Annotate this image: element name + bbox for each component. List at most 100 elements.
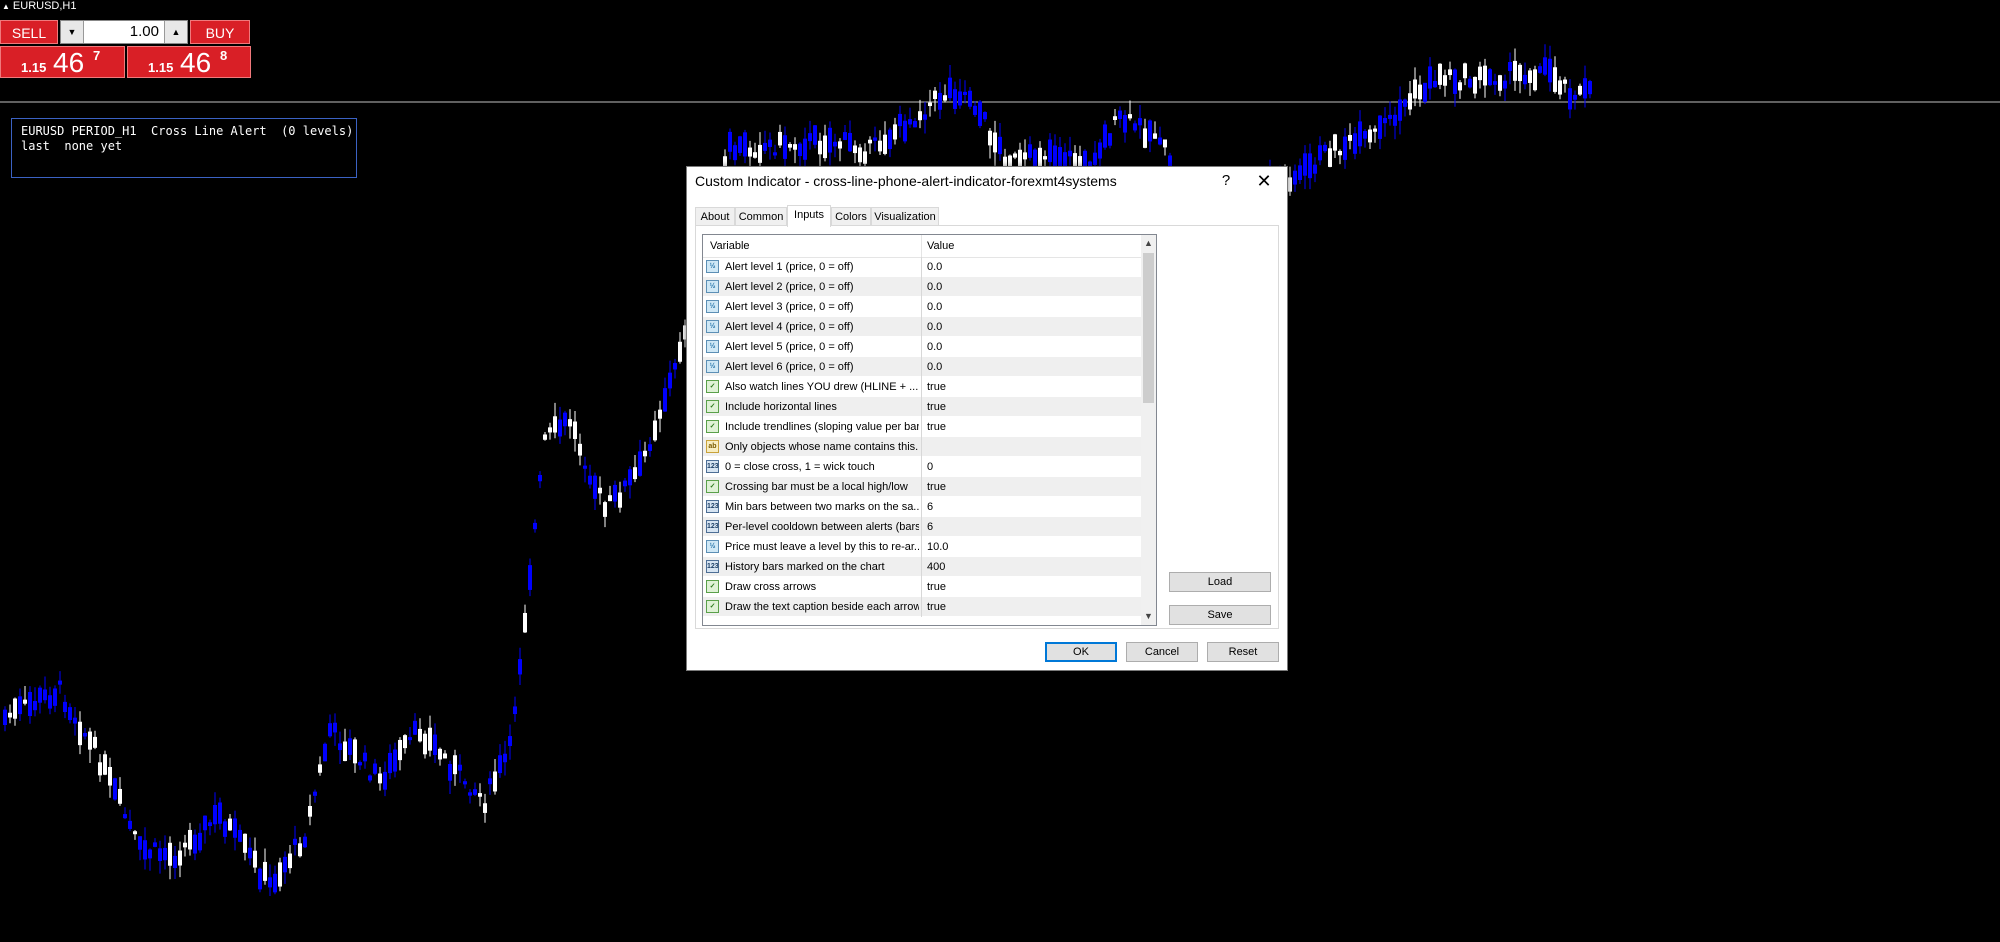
input-row[interactable]: ab Only objects whose name contains this.… bbox=[703, 437, 1141, 457]
input-row[interactable]: ✓ Draw cross arrows true bbox=[703, 577, 1141, 597]
bear-candle bbox=[138, 836, 142, 850]
bear-candle bbox=[1573, 94, 1577, 100]
reset-button[interactable]: Reset bbox=[1207, 642, 1279, 662]
bear-candle bbox=[518, 659, 522, 675]
tab-common[interactable]: Common bbox=[735, 207, 787, 225]
bull-candle bbox=[993, 132, 997, 153]
input-row[interactable]: ½ Alert level 1 (price, 0 = off) 0.0 bbox=[703, 257, 1141, 277]
lot-decrease-button[interactable]: ▼ bbox=[61, 21, 84, 43]
input-value-field[interactable]: 0.0 bbox=[927, 261, 1137, 273]
input-variable-name: Per-level cooldown between alerts (bars) bbox=[725, 521, 919, 533]
scroll-up-icon[interactable]: ▲ bbox=[1141, 236, 1156, 251]
input-row[interactable]: 123 History bars marked on the chart 400 bbox=[703, 557, 1141, 577]
input-row[interactable]: 123 Min bars between two marks on the sa.… bbox=[703, 497, 1141, 517]
bear-candle bbox=[203, 815, 207, 831]
cell-divider bbox=[921, 377, 922, 397]
input-value-field[interactable]: true bbox=[927, 481, 1137, 493]
column-divider[interactable] bbox=[921, 235, 922, 257]
bear-candle bbox=[938, 92, 942, 110]
ok-button[interactable]: OK bbox=[1045, 642, 1117, 662]
input-row[interactable]: ½ Alert level 3 (price, 0 = off) 0.0 bbox=[703, 297, 1141, 317]
lot-increase-button[interactable]: ▲ bbox=[164, 21, 187, 43]
input-row[interactable]: 123 0 = close cross, 1 = wick touch 0 bbox=[703, 457, 1141, 477]
bear-candle bbox=[1583, 78, 1587, 99]
tab-about[interactable]: About bbox=[695, 207, 735, 225]
input-value-field[interactable]: 0 bbox=[927, 461, 1137, 473]
input-row[interactable]: 123 Per-level cooldown between alerts (ba… bbox=[703, 517, 1141, 537]
bear-candle bbox=[498, 755, 502, 774]
input-value-field[interactable]: true bbox=[927, 381, 1137, 393]
input-row[interactable]: ½ Price must leave a level by this to re-… bbox=[703, 537, 1141, 557]
vertical-scrollbar[interactable]: ▲ ▼ bbox=[1141, 235, 1156, 625]
bull-candle bbox=[353, 739, 357, 764]
input-row[interactable]: ✓ Include horizontal lines true bbox=[703, 397, 1141, 417]
input-variable-name: Draw cross arrows bbox=[725, 581, 817, 593]
bear-candle bbox=[538, 474, 542, 482]
input-value-field[interactable]: true bbox=[927, 601, 1137, 613]
load-button[interactable]: Load bbox=[1169, 572, 1271, 592]
input-row-partial[interactable] bbox=[703, 617, 1141, 625]
input-value-field[interactable]: 10.0 bbox=[927, 541, 1137, 553]
lot-size-input[interactable]: 1.00 bbox=[85, 21, 163, 43]
cancel-button[interactable]: Cancel bbox=[1126, 642, 1198, 662]
column-header-variable[interactable]: Variable bbox=[710, 240, 750, 252]
input-row[interactable]: ½ Alert level 6 (price, 0 = off) 0.0 bbox=[703, 357, 1141, 377]
bear-candle bbox=[218, 802, 222, 824]
bull-candle bbox=[188, 829, 192, 850]
input-value-field[interactable]: true bbox=[927, 421, 1137, 433]
buy-button[interactable]: BUY bbox=[190, 20, 250, 44]
input-row[interactable]: ✓ Include trendlines (sloping value per b… bbox=[703, 417, 1141, 437]
input-value-field[interactable]: 0.0 bbox=[927, 301, 1137, 313]
column-header-value[interactable]: Value bbox=[927, 240, 954, 252]
input-value-field[interactable]: 0.0 bbox=[927, 361, 1137, 373]
input-value-field[interactable]: 0.0 bbox=[927, 341, 1137, 353]
bear-candle bbox=[768, 139, 772, 147]
input-value-field[interactable]: 400 bbox=[927, 561, 1137, 573]
input-row[interactable]: ½ Alert level 2 (price, 0 = off) 0.0 bbox=[703, 277, 1141, 297]
bear-candle bbox=[1488, 69, 1492, 86]
buy-price-display[interactable]: 1.15 46 8 bbox=[127, 46, 251, 78]
bear-candle bbox=[873, 137, 877, 141]
bull-candle bbox=[253, 850, 257, 868]
input-variable-name: Alert level 3 (price, 0 = off) bbox=[725, 301, 854, 313]
bull-candle bbox=[1528, 70, 1532, 83]
bull-candle bbox=[228, 818, 232, 831]
sell-button[interactable]: SELL bbox=[0, 20, 58, 44]
bear-candle bbox=[413, 720, 417, 735]
input-row[interactable]: ✓ Crossing bar must be a local high/low tr… bbox=[703, 477, 1141, 497]
input-value-field[interactable]: 0.0 bbox=[927, 321, 1137, 333]
bull-candle bbox=[1578, 85, 1582, 95]
bear-candle bbox=[1108, 133, 1112, 146]
tab-inputs[interactable]: Inputs bbox=[787, 205, 831, 227]
input-value-field[interactable]: true bbox=[927, 581, 1137, 593]
tab-visualization[interactable]: Visualization bbox=[871, 207, 939, 225]
input-value-field[interactable]: 6 bbox=[927, 501, 1137, 513]
help-button[interactable]: ? bbox=[1216, 169, 1236, 193]
input-value-field[interactable]: 6 bbox=[927, 521, 1137, 533]
bull-candle bbox=[868, 139, 872, 144]
input-value-field[interactable]: true bbox=[927, 401, 1137, 413]
sell-price-display[interactable]: 1.15 46 7 bbox=[0, 46, 125, 78]
input-value-field[interactable]: 0.0 bbox=[927, 281, 1137, 293]
bear-candle bbox=[733, 145, 737, 161]
bear-candle bbox=[83, 732, 87, 737]
save-button[interactable]: Save bbox=[1169, 605, 1271, 625]
input-row[interactable]: ✓ Draw the text caption beside each arrow… bbox=[703, 597, 1141, 617]
input-row[interactable]: ½ Alert level 4 (price, 0 = off) 0.0 bbox=[703, 317, 1141, 337]
cell-divider bbox=[921, 257, 922, 277]
bull-candle bbox=[443, 753, 447, 759]
bear-candle bbox=[303, 836, 307, 848]
lot-size-stepper[interactable]: ▼ 1.00 ▲ bbox=[60, 20, 188, 44]
bull-candle bbox=[1338, 150, 1342, 156]
bear-candle bbox=[888, 129, 892, 150]
bear-candle bbox=[903, 120, 907, 142]
scrollbar-thumb[interactable] bbox=[1143, 253, 1154, 403]
tab-colors[interactable]: Colors bbox=[831, 207, 871, 225]
bear-candle bbox=[558, 419, 562, 437]
scroll-down-icon[interactable]: ▼ bbox=[1141, 609, 1156, 624]
input-row[interactable]: ✓ Also watch lines YOU drew (HLINE + ... t… bbox=[703, 377, 1141, 397]
inputs-grid[interactable]: Variable Value ½ Alert level 1 (price, 0 … bbox=[702, 234, 1157, 626]
close-button[interactable]: ✕ bbox=[1250, 169, 1278, 193]
input-row[interactable]: ½ Alert level 5 (price, 0 = off) 0.0 bbox=[703, 337, 1141, 357]
bull-candle bbox=[988, 130, 992, 146]
